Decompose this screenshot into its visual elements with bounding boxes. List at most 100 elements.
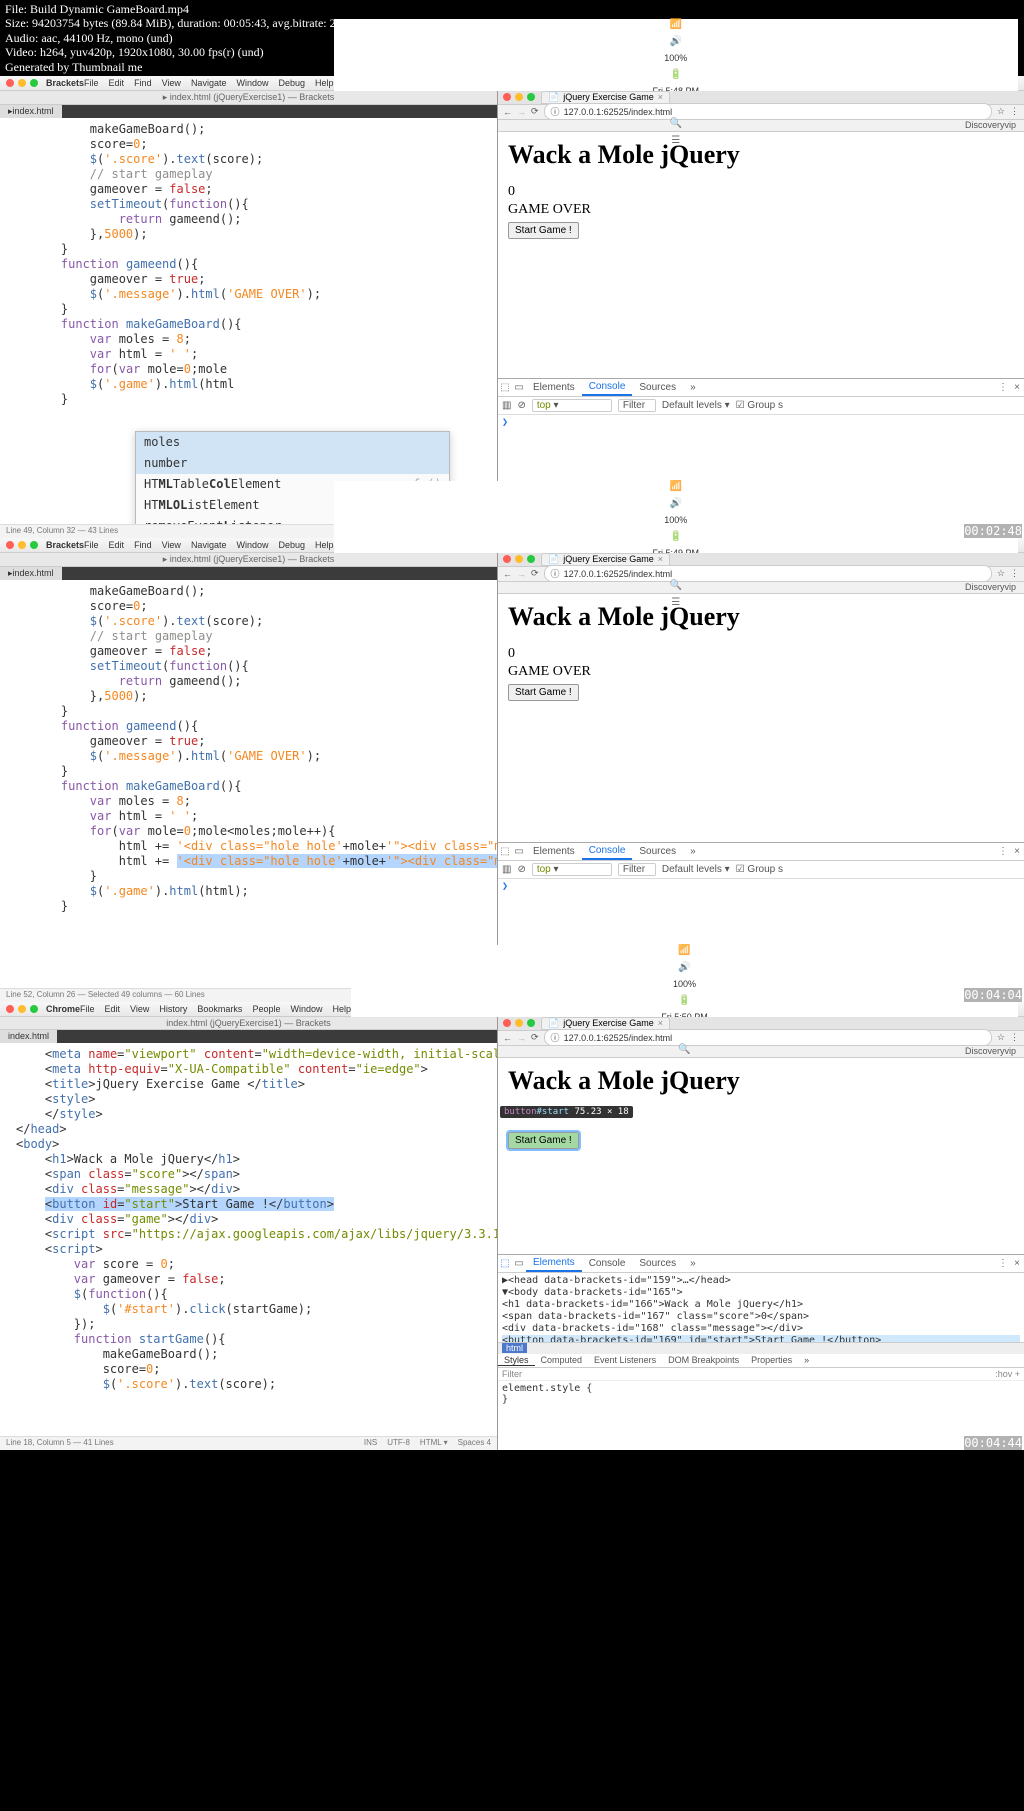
menu-find[interactable]: Find	[134, 540, 152, 550]
levels-select[interactable]: Default levels ▾	[662, 864, 730, 875]
tab-eventlisteners[interactable]: Event Listeners	[588, 1355, 662, 1365]
tabs-more[interactable]: »	[683, 844, 703, 859]
menu-history[interactable]: History	[159, 1004, 187, 1014]
bookmark-item[interactable]: Discoveryvip	[965, 120, 1016, 130]
bookmark-item[interactable]: Discoveryvip	[965, 582, 1016, 592]
menu-edit[interactable]: Edit	[109, 78, 125, 88]
status-utf[interactable]: UTF-8	[387, 1438, 410, 1449]
menu-file[interactable]: File	[84, 78, 99, 88]
kebab-icon[interactable]: ⋮	[1010, 1032, 1019, 1043]
tabs-more[interactable]: »	[683, 380, 703, 395]
wifi-icon[interactable]: 📶	[678, 945, 690, 956]
clear-icon[interactable]: ⊘	[517, 400, 525, 411]
back-icon[interactable]: ←	[503, 569, 512, 579]
group-checkbox[interactable]: Group s	[747, 864, 783, 875]
app-name[interactable]: Brackets	[46, 540, 84, 550]
devtools-kebab-icon[interactable]: ⋮	[996, 846, 1010, 857]
tabs-more[interactable]: »	[798, 1355, 815, 1365]
breadcrumb[interactable]: html	[498, 1342, 1024, 1354]
devtools-close-icon[interactable]: ×	[1010, 846, 1024, 857]
search-icon[interactable]: 🔍	[678, 1044, 690, 1055]
code-editor-3[interactable]: <meta name="viewport" content="width=dev…	[0, 1043, 497, 1436]
devtools-kebab-icon[interactable]: ⋮	[996, 1258, 1010, 1269]
close-icon[interactable]: ×	[658, 1018, 663, 1028]
context-select[interactable]: top ▾	[532, 863, 612, 876]
tab-console[interactable]: Console	[582, 1256, 633, 1271]
status-lang[interactable]: HTML ▾	[420, 1438, 448, 1449]
tab-sources[interactable]: Sources	[632, 1256, 683, 1271]
url-field[interactable]: ⓘ127.0.0.1:62525/index.html	[544, 565, 992, 582]
tab-computed[interactable]: Computed	[535, 1355, 589, 1365]
menu-window[interactable]: Window	[236, 78, 268, 88]
menu-view[interactable]: View	[130, 1004, 149, 1014]
inspect-icon[interactable]: ⬚	[498, 1258, 512, 1269]
filter-input[interactable]: Filter	[618, 399, 656, 412]
tab-sources[interactable]: Sources	[632, 844, 683, 859]
app-name[interactable]: Brackets	[46, 78, 84, 88]
filter-input[interactable]: Filter	[618, 863, 656, 876]
tab-console[interactable]: Console	[582, 843, 633, 860]
devtools-close-icon[interactable]: ×	[1010, 382, 1024, 393]
menu-navigate[interactable]: Navigate	[191, 540, 227, 550]
menu-edit[interactable]: Edit	[105, 1004, 121, 1014]
tabs-more[interactable]: »	[683, 1256, 703, 1271]
battery-icon[interactable]: 🔋	[678, 995, 690, 1006]
device-icon[interactable]: ▭	[512, 1258, 526, 1269]
start-game-button[interactable]: Start Game !	[508, 684, 579, 701]
tab-indexhtml[interactable]: ▸ index.html	[0, 105, 62, 118]
info-icon[interactable]: ⓘ	[551, 567, 560, 580]
levels-select[interactable]: Default levels ▾	[662, 400, 730, 411]
menu-view[interactable]: View	[162, 540, 181, 550]
app-name[interactable]: Chrome	[46, 1004, 80, 1014]
device-icon[interactable]: ▭	[512, 382, 526, 393]
volume-icon[interactable]: 🔊	[670, 498, 682, 509]
reload-icon[interactable]: ⟳	[531, 1032, 539, 1043]
back-icon[interactable]: ←	[503, 107, 512, 117]
menu-file[interactable]: File	[80, 1004, 95, 1014]
styles-filter-input[interactable]: Filter	[502, 1369, 522, 1379]
tab-properties[interactable]: Properties	[745, 1355, 798, 1365]
devtools-kebab-icon[interactable]: ⋮	[996, 382, 1010, 393]
url-field[interactable]: ⓘ127.0.0.1:62525/index.html	[544, 1029, 992, 1046]
plus-button[interactable]: +	[1015, 1369, 1020, 1379]
close-icon[interactable]: ×	[658, 554, 663, 564]
menu-view[interactable]: View	[162, 78, 181, 88]
menu-debug[interactable]: Debug	[278, 78, 305, 88]
chrome-tab[interactable]: 📄 jQuery Exercise Game×	[541, 1017, 670, 1030]
close-icon[interactable]: ×	[658, 92, 663, 102]
code-editor-1[interactable]: makeGameBoard(); score=0; $('.score').te…	[0, 118, 497, 524]
tab-indexhtml[interactable]: index.html	[0, 1030, 57, 1043]
battery-icon[interactable]: 🔋	[670, 69, 682, 80]
ac-item-number[interactable]: number	[136, 453, 449, 474]
menu-help[interactable]: Help	[315, 540, 334, 550]
menu-navigate[interactable]: Navigate	[191, 78, 227, 88]
inspect-icon[interactable]: ⬚	[498, 846, 512, 857]
reload-icon[interactable]: ⟳	[531, 106, 539, 117]
menu-help[interactable]: Help	[332, 1004, 351, 1014]
back-icon[interactable]: ←	[503, 1033, 512, 1043]
code-editor-2[interactable]: makeGameBoard(); score=0; $('.score').te…	[0, 580, 497, 988]
kebab-icon[interactable]: ⋮	[1010, 568, 1019, 579]
menu-icon[interactable]: ☰	[671, 597, 680, 608]
clear-icon[interactable]: ⊘	[517, 864, 525, 875]
sidebar-icon[interactable]: ▥	[502, 400, 511, 411]
star-icon[interactable]: ☆	[997, 1032, 1005, 1043]
menu-find[interactable]: Find	[134, 78, 152, 88]
status-ins[interactable]: INS	[364, 1438, 377, 1449]
context-select[interactable]: top ▾	[532, 399, 612, 412]
sidebar-icon[interactable]: ▥	[502, 864, 511, 875]
menu-bookmarks[interactable]: Bookmarks	[197, 1004, 242, 1014]
menu-edit[interactable]: Edit	[109, 540, 125, 550]
devtools-close-icon[interactable]: ×	[1010, 1258, 1024, 1269]
wifi-icon[interactable]: 📶	[670, 481, 682, 492]
tab-sources[interactable]: Sources	[632, 380, 683, 395]
menu-people[interactable]: People	[252, 1004, 280, 1014]
bookmark-item[interactable]: Discoveryvip	[965, 1046, 1016, 1056]
wifi-icon[interactable]: 📶	[670, 19, 682, 30]
volume-icon[interactable]: 🔊	[678, 962, 690, 973]
kebab-icon[interactable]: ⋮	[1010, 106, 1019, 117]
menu-debug[interactable]: Debug	[278, 540, 305, 550]
tab-elements[interactable]: Elements	[526, 1255, 582, 1272]
tab-dombreakpoints[interactable]: DOM Breakpoints	[662, 1355, 745, 1365]
volume-icon[interactable]: 🔊	[670, 36, 682, 47]
